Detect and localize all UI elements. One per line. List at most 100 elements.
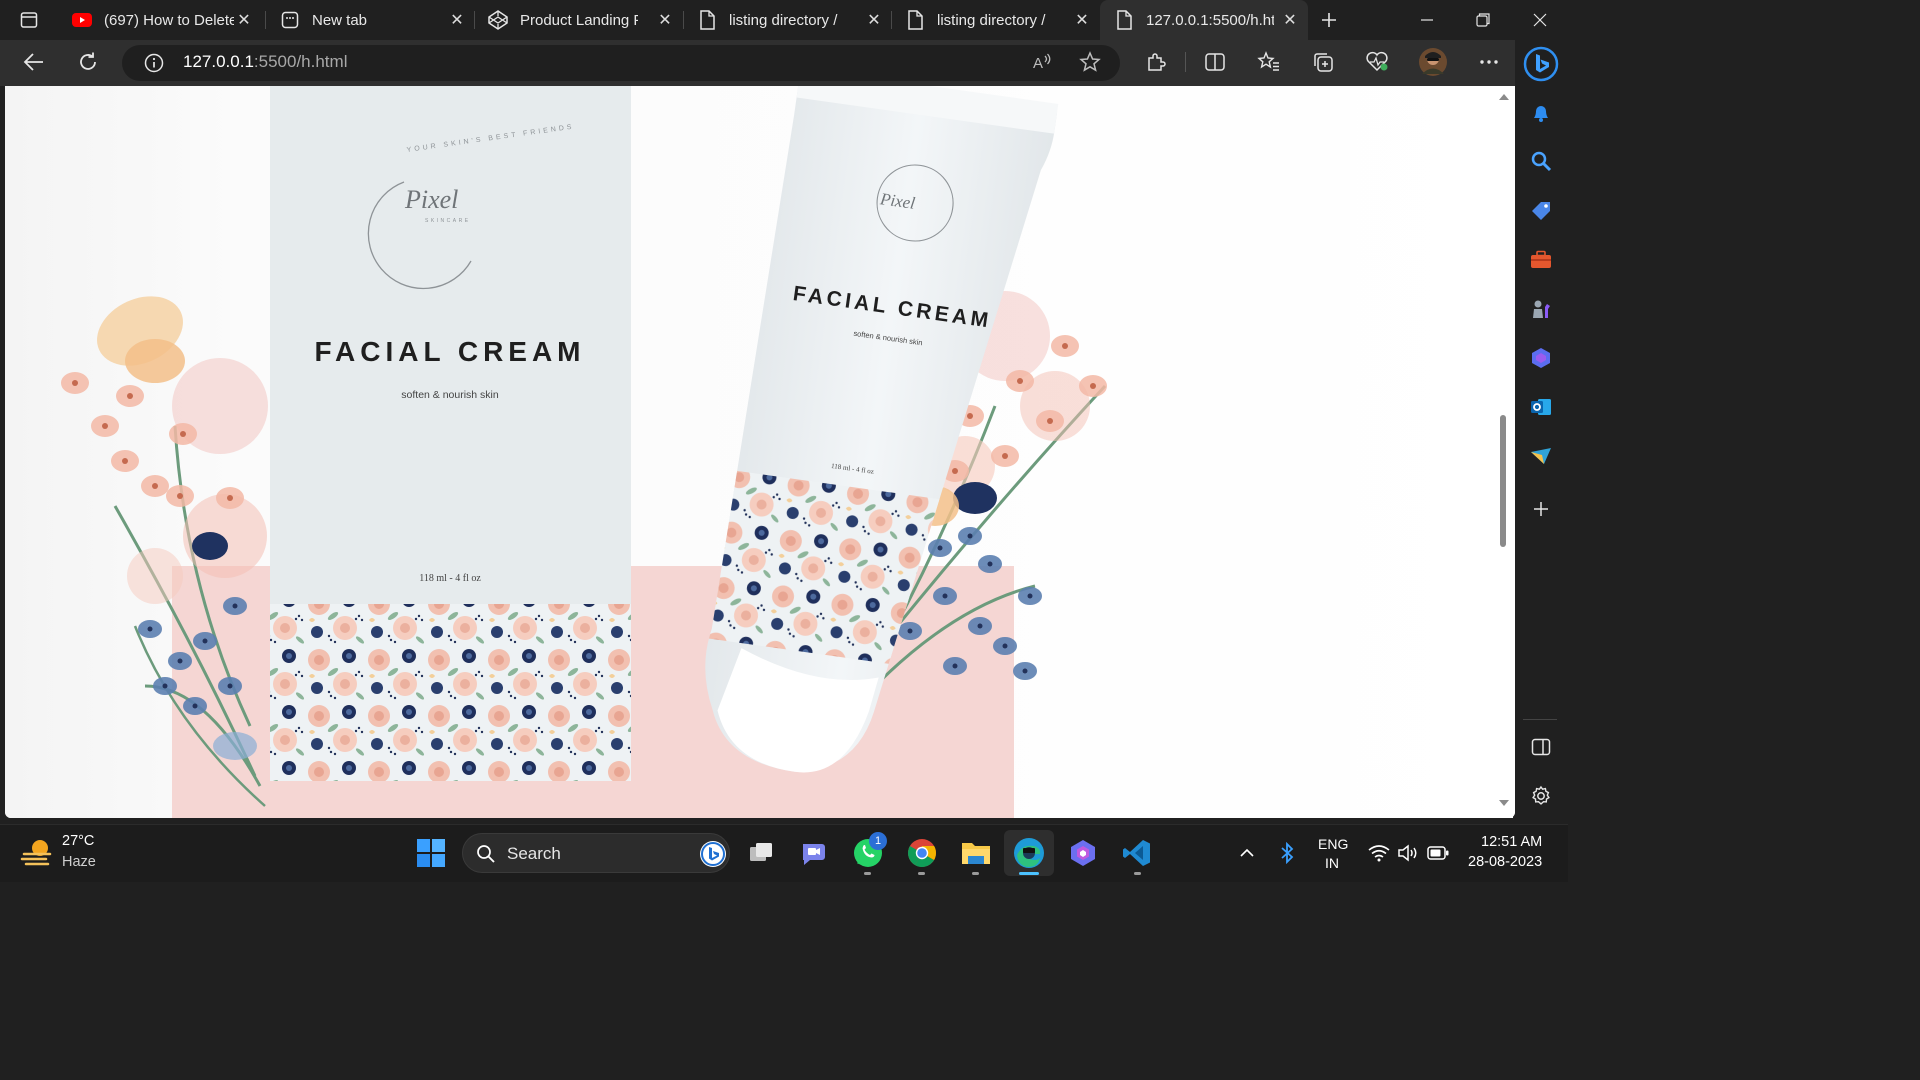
- back-button[interactable]: [16, 44, 52, 80]
- running-indicator: [972, 872, 979, 875]
- extensions-icon[interactable]: [1138, 44, 1174, 80]
- scroll-down-arrow[interactable]: [1499, 800, 1509, 806]
- tab-title: 127.0.0.1:5500/h.htr: [1146, 11, 1274, 29]
- edge-dev-icon[interactable]: [1010, 834, 1048, 872]
- close-tab-icon[interactable]: ✕: [234, 10, 254, 30]
- tab-title: listing directory /: [729, 11, 838, 29]
- url-host: 127.0.0.1: [183, 52, 254, 71]
- tab-separator: [891, 11, 892, 29]
- tab-new-tab[interactable]: New tab ✕: [280, 0, 475, 40]
- tab-youtube[interactable]: (697) How to Delete ✕: [72, 0, 262, 40]
- tab-listing-directory-1[interactable]: listing directory / ✕: [697, 0, 892, 40]
- page-icon: [1114, 10, 1134, 30]
- active-app-indicator: [1019, 872, 1039, 875]
- scroll-up-arrow[interactable]: [1499, 94, 1509, 100]
- settings-gear-icon[interactable]: [1528, 783, 1554, 809]
- tab-title: (697) How to Delete: [104, 11, 234, 29]
- close-tab-icon[interactable]: ✕: [1072, 10, 1092, 30]
- favorite-star-icon[interactable]: [1072, 44, 1108, 80]
- tab-listing-directory-2[interactable]: listing directory / ✕: [905, 0, 1100, 40]
- minimize-button[interactable]: [1409, 2, 1445, 38]
- running-indicator: [1134, 872, 1141, 875]
- start-button[interactable]: [412, 834, 450, 872]
- tab-title: Product Landing Pa: [520, 11, 638, 29]
- close-tab-icon[interactable]: ✕: [655, 10, 675, 30]
- svg-text:A: A: [1033, 55, 1043, 72]
- show-hidden-icons-chevron-icon[interactable]: [1228, 834, 1266, 872]
- outlook-icon[interactable]: [1528, 394, 1554, 420]
- favorites-icon[interactable]: [1251, 44, 1287, 80]
- task-view-icon[interactable]: [742, 834, 780, 872]
- new-tab-button[interactable]: [1311, 2, 1347, 38]
- tab-separator: [683, 11, 684, 29]
- taskbar-search-box[interactable]: Search: [462, 833, 730, 873]
- tab-product-landing[interactable]: Product Landing Pa ✕: [488, 0, 683, 40]
- search-icon[interactable]: [1528, 148, 1554, 174]
- running-indicator: [864, 872, 871, 875]
- tools-briefcase-icon[interactable]: [1528, 247, 1554, 273]
- language-bottom[interactable]: IN: [1325, 855, 1339, 871]
- search-placeholder: Search: [507, 844, 561, 863]
- tab-localhost-active[interactable]: 127.0.0.1:5500/h.htr ✕: [1100, 0, 1308, 40]
- page-icon: [905, 10, 925, 30]
- profile-avatar[interactable]: [1415, 44, 1451, 80]
- close-window-button[interactable]: [1522, 2, 1558, 38]
- close-tab-icon[interactable]: ✕: [1280, 10, 1300, 30]
- split-screen-icon[interactable]: [1197, 44, 1233, 80]
- search-icon: [477, 845, 495, 863]
- chrome-icon[interactable]: [903, 834, 941, 872]
- language-top[interactable]: ENG: [1318, 836, 1348, 852]
- site-info-icon[interactable]: [136, 45, 172, 81]
- weather-desc[interactable]: Haze: [62, 854, 96, 870]
- shopping-tag-icon[interactable]: [1528, 198, 1554, 224]
- box-brand-script: Pixel: [404, 185, 458, 214]
- browser-essentials-icon[interactable]: [1359, 44, 1395, 80]
- file-explorer-icon[interactable]: [957, 834, 995, 872]
- clock-date[interactable]: 28-08-2023: [1468, 854, 1542, 870]
- games-chess-icon[interactable]: [1528, 296, 1554, 322]
- windows-taskbar: [0, 824, 1568, 882]
- tab-title: New tab: [312, 11, 368, 29]
- page-viewport: YOUR SKIN'S BEST FRIENDS Pixel SKINCARE …: [5, 86, 1515, 818]
- box-brand-sub: SKINCARE: [425, 218, 471, 224]
- notifications-bell-icon[interactable]: [1528, 100, 1554, 126]
- refresh-button[interactable]: [70, 44, 106, 80]
- battery-icon[interactable]: [1419, 834, 1457, 872]
- copilot-app-icon[interactable]: [1528, 345, 1554, 371]
- close-tab-icon[interactable]: ✕: [864, 10, 884, 30]
- restore-button[interactable]: [1465, 2, 1501, 38]
- bing-search-icon: [700, 841, 726, 867]
- product-box: YOUR SKIN'S BEST FRIENDS Pixel SKINCARE …: [270, 86, 631, 781]
- scrollbar-thumb[interactable]: [1500, 415, 1506, 547]
- read-aloud-icon[interactable]: A: [1024, 44, 1060, 80]
- copilot-taskbar-icon[interactable]: [1064, 834, 1102, 872]
- weather-temp[interactable]: 27°C: [62, 833, 94, 849]
- url-rest: :5500/h.html: [253, 52, 348, 71]
- page-scrollbar[interactable]: [1495, 86, 1513, 818]
- product-hero-image: YOUR SKIN'S BEST FRIENDS Pixel SKINCARE …: [5, 86, 1515, 818]
- bluetooth-icon[interactable]: [1268, 834, 1306, 872]
- clock-time[interactable]: 12:51 AM: [1481, 834, 1542, 850]
- url-text[interactable]: 127.0.0.1:5500/h.html: [183, 52, 347, 72]
- whatsapp-badge: 1: [869, 832, 887, 850]
- sidebar-divider: [1523, 719, 1557, 720]
- bing-copilot-icon[interactable]: [1522, 45, 1560, 83]
- close-tab-icon[interactable]: ✕: [447, 10, 467, 30]
- add-sidebar-app-icon[interactable]: [1528, 496, 1554, 522]
- collections-icon[interactable]: [1305, 44, 1341, 80]
- youtube-icon: [72, 10, 92, 30]
- send-telegram-icon[interactable]: [1528, 443, 1554, 469]
- tab-separator: [474, 11, 475, 29]
- box-title: FACIAL CREAM: [314, 336, 585, 367]
- toolbar-divider: [1185, 52, 1186, 72]
- weather-haze-icon[interactable]: [20, 834, 56, 870]
- codepen-icon: [488, 10, 508, 30]
- page-icon: [697, 10, 717, 30]
- tab-actions-icon[interactable]: [11, 2, 47, 38]
- teams-chat-icon[interactable]: [795, 834, 833, 872]
- sidebar-panel-icon[interactable]: [1528, 734, 1554, 760]
- more-menu-icon[interactable]: [1471, 44, 1507, 80]
- vscode-icon[interactable]: [1118, 834, 1156, 872]
- running-indicator: [918, 872, 925, 875]
- new-tab-icon: [280, 10, 300, 30]
